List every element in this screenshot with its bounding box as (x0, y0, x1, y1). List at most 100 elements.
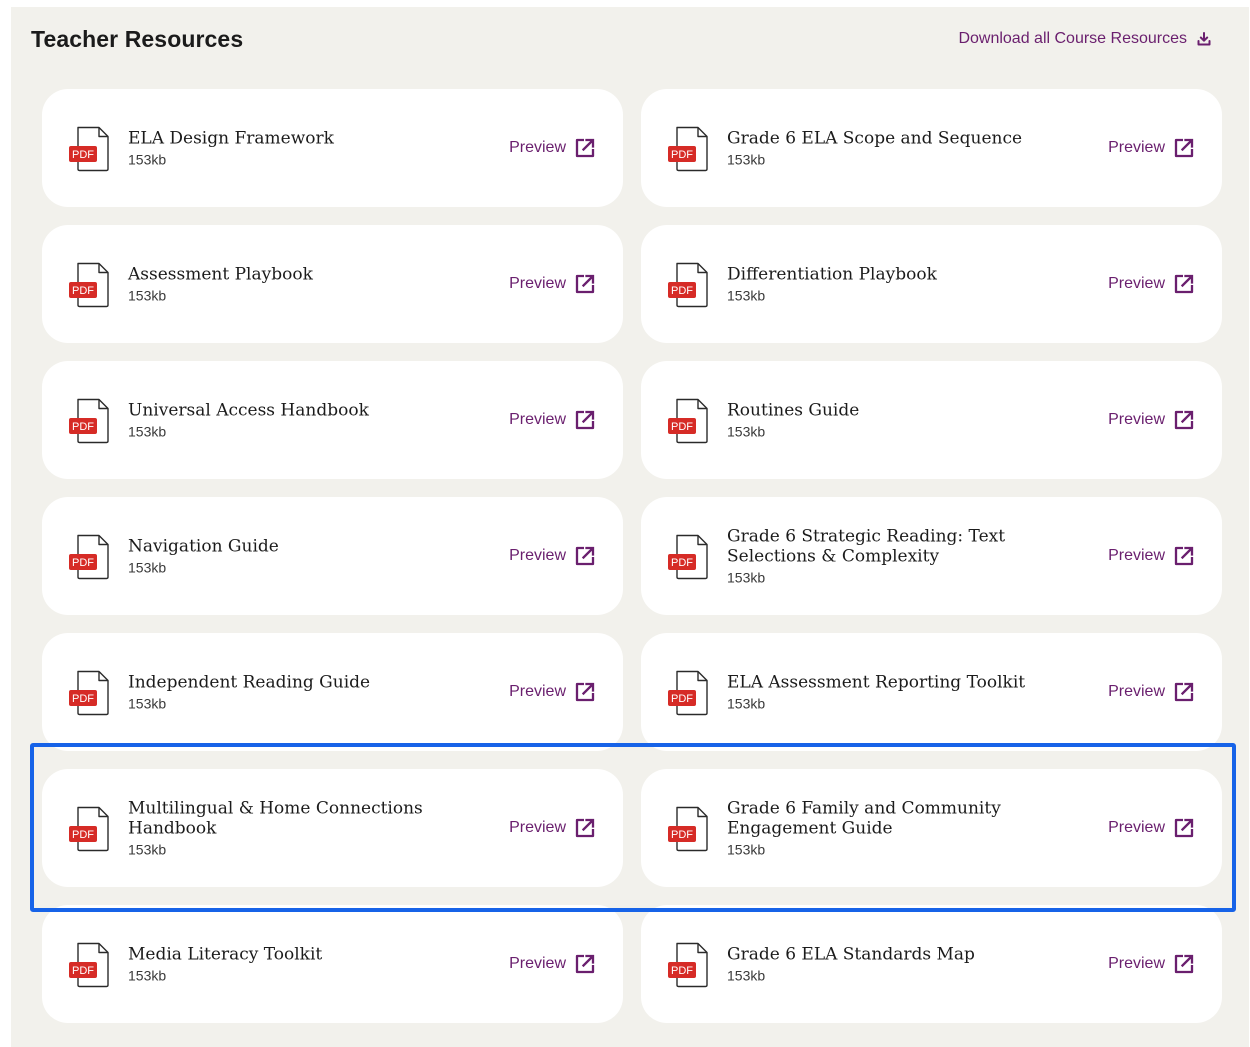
resource-card[interactable]: PDF Universal Access Handbook 153kb Prev… (42, 361, 623, 479)
resource-info: Assessment Playbook 153kb (128, 265, 498, 304)
preview-label: Preview (509, 819, 566, 836)
preview-link[interactable]: Preview (509, 410, 595, 430)
resource-size: 153kb (128, 151, 167, 168)
preview-link[interactable]: Preview (1108, 818, 1194, 838)
external-link-icon (575, 682, 595, 702)
resource-size: 153kb (727, 569, 766, 586)
resource-card[interactable]: PDF Routines Guide 153kb Preview (641, 361, 1222, 479)
resource-title: Independent Reading Guide (128, 672, 371, 693)
svg-text:PDF: PDF (72, 829, 94, 841)
resource-card[interactable]: PDF Independent Reading Guide 153kb Prev… (42, 633, 623, 751)
svg-text:PDF: PDF (671, 285, 693, 297)
preview-link[interactable]: Preview (1108, 546, 1194, 566)
resource-card[interactable]: PDF Grade 6 Family and Community Engagem… (641, 769, 1222, 887)
external-link-icon (575, 274, 595, 294)
preview-link[interactable]: Preview (1108, 138, 1194, 158)
resource-size: 153kb (128, 841, 167, 858)
preview-link[interactable]: Preview (509, 818, 595, 838)
svg-text:PDF: PDF (72, 285, 94, 297)
resource-title: Routines Guide (727, 400, 860, 421)
resource-card[interactable]: PDF ELA Design Framework 153kb Preview (42, 89, 623, 207)
resource-size: 153kb (727, 423, 766, 440)
preview-label: Preview (509, 547, 566, 564)
preview-label: Preview (509, 683, 566, 700)
preview-link[interactable]: Preview (509, 274, 595, 294)
resource-card[interactable]: PDF Grade 6 Strategic Reading: Text Sele… (641, 497, 1222, 615)
resource-title: ELA Design Framework (128, 128, 334, 149)
resource-card[interactable]: PDF Multilingual & Home Connections Hand… (42, 769, 623, 887)
resource-info: Navigation Guide 153kb (128, 537, 498, 576)
preview-link[interactable]: Preview (1108, 954, 1194, 974)
preview-link[interactable]: Preview (509, 682, 595, 702)
resource-info: Media Literacy Toolkit 153kb (128, 945, 498, 984)
resource-info: Multilingual & Home Connections Handbook… (128, 799, 498, 858)
resource-size: 153kb (128, 967, 167, 984)
preview-label: Preview (1108, 139, 1165, 156)
preview-link[interactable]: Preview (1108, 274, 1194, 294)
external-link-icon (1174, 274, 1194, 294)
svg-text:PDF: PDF (671, 829, 693, 841)
pdf-file-icon: PDF (667, 670, 711, 716)
preview-link[interactable]: Preview (509, 546, 595, 566)
resource-title: Assessment Playbook (128, 264, 313, 285)
pdf-file-icon: PDF (667, 126, 711, 172)
svg-text:PDF: PDF (671, 421, 693, 433)
download-all-button[interactable]: Download all Course Resources (958, 30, 1211, 48)
external-link-icon (1174, 818, 1194, 838)
resource-info: Routines Guide 153kb (727, 401, 1097, 440)
svg-text:PDF: PDF (72, 149, 94, 161)
preview-link[interactable]: Preview (509, 138, 595, 158)
svg-text:PDF: PDF (671, 149, 693, 161)
download-icon (1197, 32, 1211, 46)
external-link-icon (1174, 410, 1194, 430)
pdf-file-icon: PDF (68, 942, 112, 988)
resource-grid: PDF ELA Design Framework 153kb Preview P… (42, 89, 1222, 1023)
external-link-icon (1174, 682, 1194, 702)
preview-label: Preview (1108, 683, 1165, 700)
resource-title: Multilingual & Home Connections Handbook (128, 798, 423, 839)
pdf-file-icon: PDF (667, 806, 711, 852)
pdf-file-icon: PDF (667, 534, 711, 580)
resource-card[interactable]: PDF Grade 6 ELA Scope and Sequence 153kb… (641, 89, 1222, 207)
resource-size: 153kb (727, 287, 766, 304)
resource-title: Grade 6 ELA Standards Map (727, 944, 975, 965)
resource-title: Grade 6 ELA Scope and Sequence (727, 128, 1023, 149)
resource-info: Grade 6 Strategic Reading: Text Selectio… (727, 527, 1097, 586)
preview-link[interactable]: Preview (1108, 682, 1194, 702)
resource-title: Differentiation Playbook (727, 264, 937, 285)
resource-info: ELA Assessment Reporting Toolkit 153kb (727, 673, 1097, 712)
resource-info: Grade 6 ELA Scope and Sequence 153kb (727, 129, 1097, 168)
resource-card[interactable]: PDF Navigation Guide 153kb Preview (42, 497, 623, 615)
resource-card[interactable]: PDF ELA Assessment Reporting Toolkit 153… (641, 633, 1222, 751)
resource-title: Grade 6 Strategic Reading: Text Selectio… (727, 526, 1006, 567)
resource-size: 153kb (128, 287, 167, 304)
preview-link[interactable]: Preview (1108, 410, 1194, 430)
resource-size: 153kb (727, 695, 766, 712)
svg-text:PDF: PDF (72, 965, 94, 977)
svg-text:PDF: PDF (72, 693, 94, 705)
external-link-icon (1174, 138, 1194, 158)
preview-label: Preview (509, 411, 566, 428)
pdf-file-icon: PDF (667, 398, 711, 444)
resource-size: 153kb (727, 841, 766, 858)
external-link-icon (575, 546, 595, 566)
resource-size: 153kb (727, 151, 766, 168)
pdf-file-icon: PDF (68, 262, 112, 308)
preview-link[interactable]: Preview (509, 954, 595, 974)
preview-label: Preview (1108, 819, 1165, 836)
pdf-file-icon: PDF (667, 942, 711, 988)
preview-label: Preview (509, 275, 566, 292)
preview-label: Preview (1108, 547, 1165, 564)
page-title: Teacher Resources (31, 26, 244, 52)
resource-title: Universal Access Handbook (128, 400, 369, 421)
external-link-icon (1174, 954, 1194, 974)
svg-text:PDF: PDF (72, 557, 94, 569)
resource-info: ELA Design Framework 153kb (128, 129, 498, 168)
pdf-file-icon: PDF (68, 806, 112, 852)
resource-card[interactable]: PDF Differentiation Playbook 153kb Previ… (641, 225, 1222, 343)
resource-card[interactable]: PDF Grade 6 ELA Standards Map 153kb Prev… (641, 905, 1222, 1023)
resource-info: Universal Access Handbook 153kb (128, 401, 498, 440)
resource-card[interactable]: PDF Assessment Playbook 153kb Preview (42, 225, 623, 343)
external-link-icon (575, 954, 595, 974)
resource-card[interactable]: PDF Media Literacy Toolkit 153kb Preview (42, 905, 623, 1023)
